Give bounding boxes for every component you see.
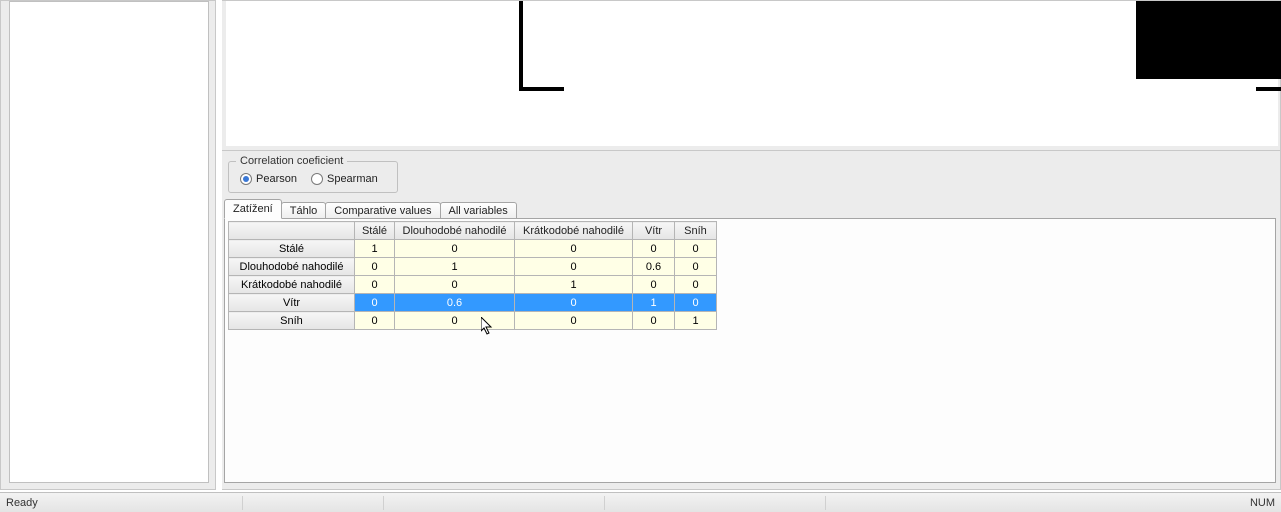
tab-zatizeni[interactable]: Zatížení [224,199,282,219]
cell[interactable]: 0 [515,312,633,330]
col-header[interactable]: Vítr [633,222,675,240]
cell[interactable]: 0 [355,312,395,330]
table-row[interactable]: Krátkodobé nahodilé 0 0 1 0 0 [229,276,717,294]
cell[interactable]: 0 [633,276,675,294]
cell[interactable]: 0 [395,276,515,294]
cell[interactable]: 0 [675,258,717,276]
radio-dot-icon [311,173,323,185]
table-row[interactable]: Dlouhodobé nahodilé 0 1 0 0.6 0 [229,258,717,276]
cell[interactable]: 0 [355,258,395,276]
cell[interactable]: 0.6 [633,258,675,276]
status-seg [383,496,604,510]
row-header[interactable]: Stálé [229,240,355,258]
chart-canvas: 0.75 1.00 [226,1,1278,146]
cell[interactable]: 0 [355,276,395,294]
table-header-row: Stálé Dlouhodobé nahodilé Krátkodobé nah… [229,222,717,240]
col-header[interactable]: Dlouhodobé nahodilé [395,222,515,240]
correlation-groupbox: Correlation coeficient Pearson Spearman [228,155,398,193]
chart-frame-left [519,1,564,91]
radio-dot-icon [240,173,252,185]
row-header[interactable]: Krátkodobé nahodilé [229,276,355,294]
left-panel-content [9,1,209,483]
table-row[interactable]: Sníh 0 0 0 0 1 [229,312,717,330]
radio-pearson-label: Pearson [256,173,297,185]
status-seg [825,496,1046,510]
status-seg [604,496,825,510]
status-num: NUM [1250,497,1275,509]
col-header[interactable]: Stálé [355,222,395,240]
col-header[interactable]: Krátkodobé nahodilé [515,222,633,240]
status-ready: Ready [6,497,38,509]
cell[interactable]: 0 [515,258,633,276]
row-header[interactable]: Sníh [229,312,355,330]
cell[interactable]: 0 [515,240,633,258]
status-bar: Ready NUM [0,492,1281,512]
cell[interactable]: 0 [395,240,515,258]
radio-spearman-label: Spearman [327,173,378,185]
cell[interactable]: 0 [395,312,515,330]
cell[interactable]: 1 [395,258,515,276]
table-row[interactable]: Vítr 0 0.6 0 1 0 [229,294,717,312]
table-corner [229,222,355,240]
correlation-groupbox-title: Correlation coeficient [236,155,347,167]
tab-content: Stálé Dlouhodobé nahodilé Krátkodobé nah… [224,218,1276,483]
cell[interactable]: 0 [515,294,633,312]
cell[interactable]: 0.6 [395,294,515,312]
heatmap-cell [1136,1,1281,79]
lower-panel: Correlation coeficient Pearson Spearman … [222,150,1281,490]
cell[interactable]: 0 [633,312,675,330]
correlation-table[interactable]: Stálé Dlouhodobé nahodilé Krátkodobé nah… [228,221,717,330]
cell[interactable]: 0 [675,240,717,258]
left-panel [0,0,216,490]
cell[interactable]: 1 [355,240,395,258]
cell[interactable]: 0 [675,294,717,312]
radio-pearson[interactable]: Pearson [240,173,297,185]
cell[interactable]: 1 [633,294,675,312]
cell[interactable]: 0 [633,240,675,258]
cell[interactable]: 0 [355,294,395,312]
status-seg [242,496,383,510]
row-header[interactable]: Dlouhodobé nahodilé [229,258,355,276]
cell[interactable]: 0 [675,276,717,294]
table-row[interactable]: Stálé 1 0 0 0 0 [229,240,717,258]
col-header[interactable]: Sníh [675,222,717,240]
cell[interactable]: 1 [515,276,633,294]
status-middle [38,496,1250,510]
cell[interactable]: 1 [675,312,717,330]
chart-panel: 0.75 1.00 [222,0,1281,150]
row-header[interactable]: Vítr [229,294,355,312]
radio-spearman[interactable]: Spearman [311,173,378,185]
tabs: Zatížení Táhlo Comparative values All va… [224,199,516,219]
